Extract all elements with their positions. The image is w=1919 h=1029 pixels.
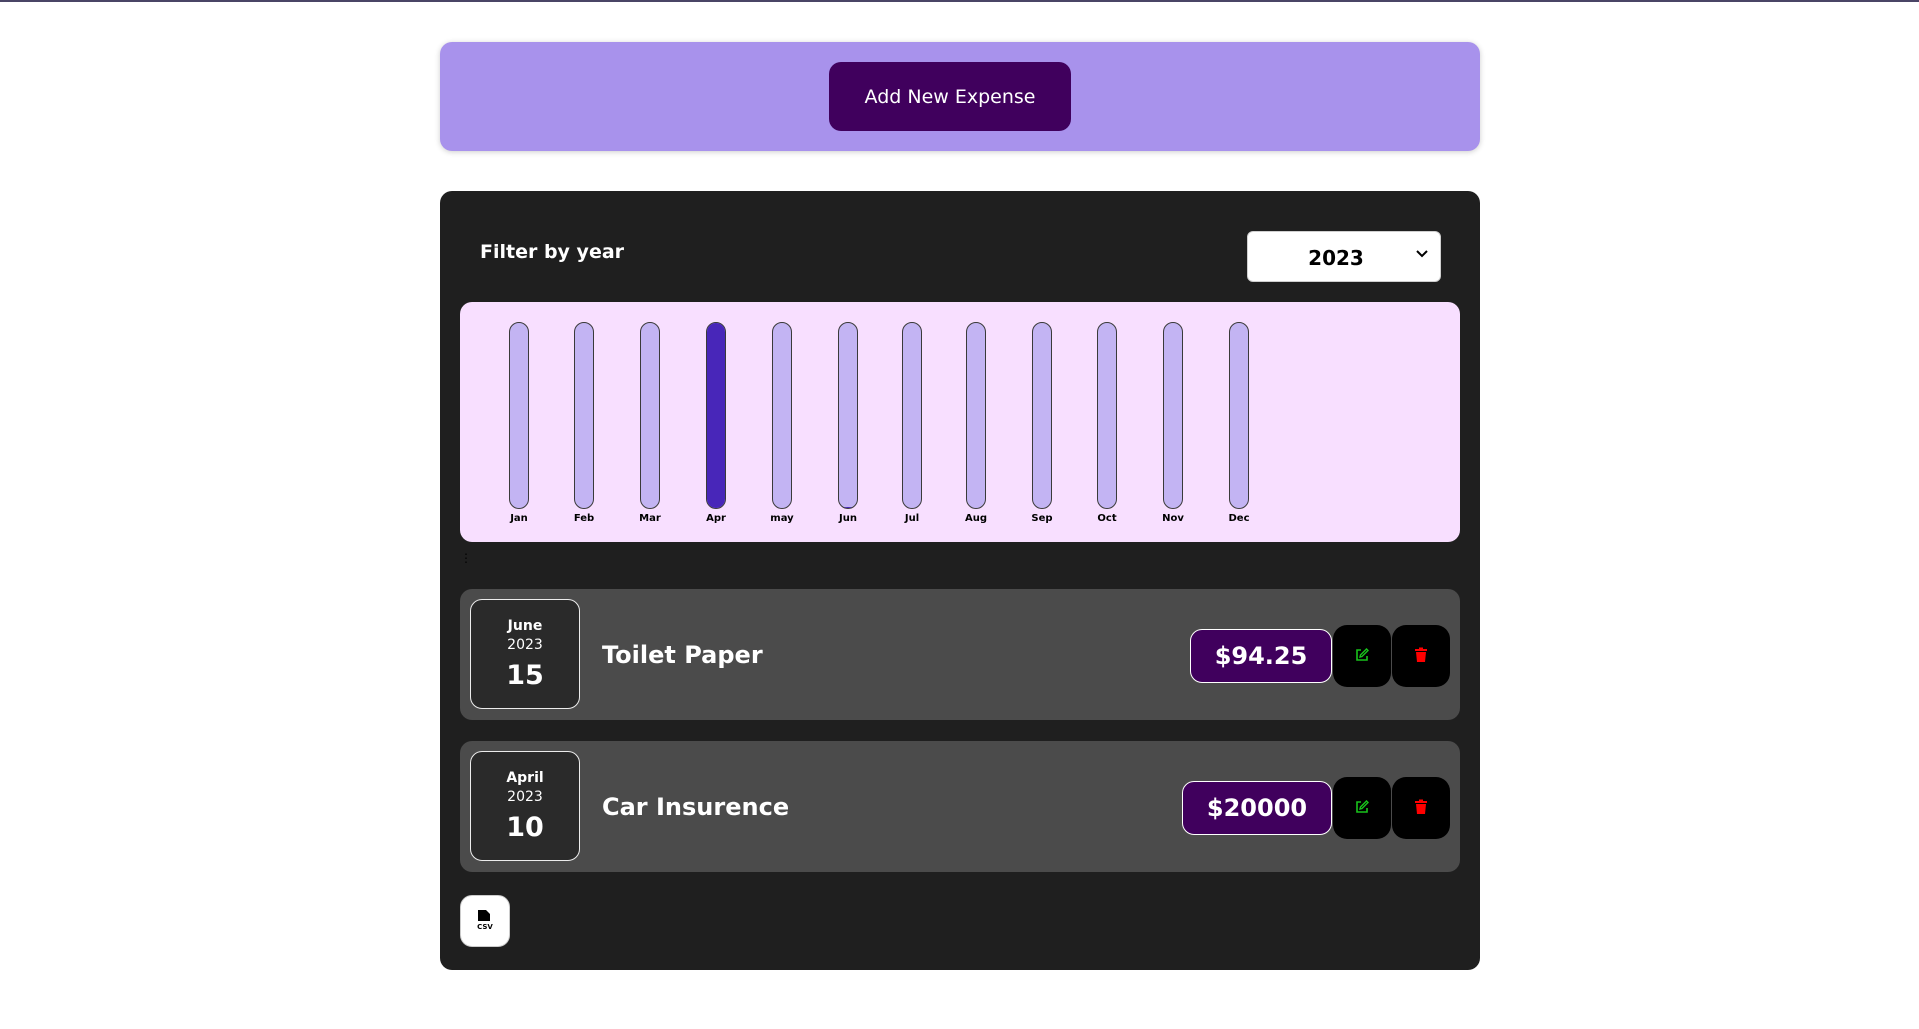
expense-date: April 2023 10 — [470, 751, 580, 861]
chart-bar-track — [902, 322, 922, 509]
chart-bar-oct: Oct — [1097, 322, 1117, 532]
chart-bar-mar: Mar — [639, 322, 661, 532]
expense-date-month: June — [507, 618, 543, 634]
chart-bar-track — [509, 322, 529, 509]
chart-bar-label: may — [770, 513, 794, 524]
new-expense-panel: Add New Expense — [440, 42, 1480, 151]
divider-mark: ⋮ — [460, 551, 472, 565]
chart-bar-label: Jul — [904, 513, 920, 524]
chart-bar-label: Dec — [1228, 513, 1250, 524]
year-select[interactable]: 2023 — [1247, 231, 1441, 282]
expense-title: Toilet Paper — [602, 641, 763, 669]
chart-bar-feb: Feb — [574, 322, 594, 532]
chart-bar-track — [1229, 322, 1249, 509]
chart-bar-track — [838, 322, 858, 509]
expense-date-year: 2023 — [507, 637, 543, 653]
expense-date-month: April — [506, 770, 544, 786]
trash-icon — [1414, 647, 1428, 666]
edit-button[interactable] — [1333, 625, 1391, 687]
expense-item: June 2023 15 Toilet Paper $94.25 — [460, 589, 1460, 720]
chart-bar-fill — [707, 323, 725, 508]
chart-bar-track — [706, 322, 726, 509]
chart-bar-track — [640, 322, 660, 509]
chart-bar-jan: Jan — [509, 322, 529, 532]
chart-bar-dec: Dec — [1228, 322, 1250, 532]
chart-bar-label: Oct — [1097, 513, 1117, 524]
edit-button[interactable] — [1333, 777, 1391, 839]
add-new-expense-button[interactable]: Add New Expense — [829, 62, 1071, 131]
expense-title: Car Insurence — [602, 793, 790, 821]
delete-button[interactable] — [1392, 625, 1450, 687]
edit-icon — [1354, 799, 1370, 818]
expense-date-day: 15 — [506, 660, 544, 691]
expense-item: April 2023 10 Car Insurence $20000 — [460, 741, 1460, 872]
chart-bar-may: may — [770, 322, 794, 532]
chart-bar-track — [1032, 322, 1052, 509]
chart-bar-label: Nov — [1162, 513, 1184, 524]
chart-bar-track — [772, 322, 792, 509]
delete-button[interactable] — [1392, 777, 1450, 839]
chart-bar-sep: Sep — [1031, 322, 1053, 532]
chart-bar-aug: Aug — [965, 322, 987, 532]
chart-bar-label: Sep — [1031, 513, 1053, 524]
expenses-chart: Jan Feb Mar Apr may Jun Jul Aug Sep Oct Nov Dec — [460, 302, 1460, 542]
export-csv-button[interactable]: CSV — [460, 895, 510, 947]
edit-icon — [1354, 647, 1370, 666]
chart-bar-label: Mar — [639, 513, 661, 524]
chart-bar-label: Feb — [573, 513, 595, 524]
chart-bar-apr: Apr — [706, 322, 726, 532]
chart-bar-label: Jun — [839, 513, 857, 524]
chevron-down-icon — [1416, 246, 1428, 262]
chart-bar-label: Aug — [964, 513, 988, 524]
expense-date: June 2023 15 — [470, 599, 580, 709]
expense-amount: $20000 — [1182, 781, 1332, 835]
filter-label: Filter by year — [480, 241, 625, 263]
csv-file-icon: CSV — [475, 909, 495, 934]
year-select-value: 2023 — [1308, 246, 1364, 270]
chart-bar-jun: Jun — [838, 322, 858, 532]
trash-icon — [1414, 799, 1428, 818]
expense-amount: $94.25 — [1190, 629, 1332, 683]
chart-bar-label: Jan — [510, 513, 528, 524]
chart-bar-nov: Nov — [1162, 322, 1184, 532]
chart-bar-label: Apr — [706, 513, 726, 524]
expenses-panel: Filter by year 2023 Jan Feb Mar Apr may Jun Ju… — [440, 191, 1480, 970]
chart-bar-track — [574, 322, 594, 509]
chart-bar-track — [966, 322, 986, 509]
expense-date-year: 2023 — [507, 789, 543, 805]
chart-bar-track — [1097, 322, 1117, 509]
svg-text:CSV: CSV — [477, 923, 493, 931]
top-border — [0, 0, 1919, 2]
chart-bar-jul: Jul — [902, 322, 922, 532]
expense-date-day: 10 — [506, 812, 544, 843]
chart-bar-fill — [839, 507, 857, 508]
chart-bar-track — [1163, 322, 1183, 509]
